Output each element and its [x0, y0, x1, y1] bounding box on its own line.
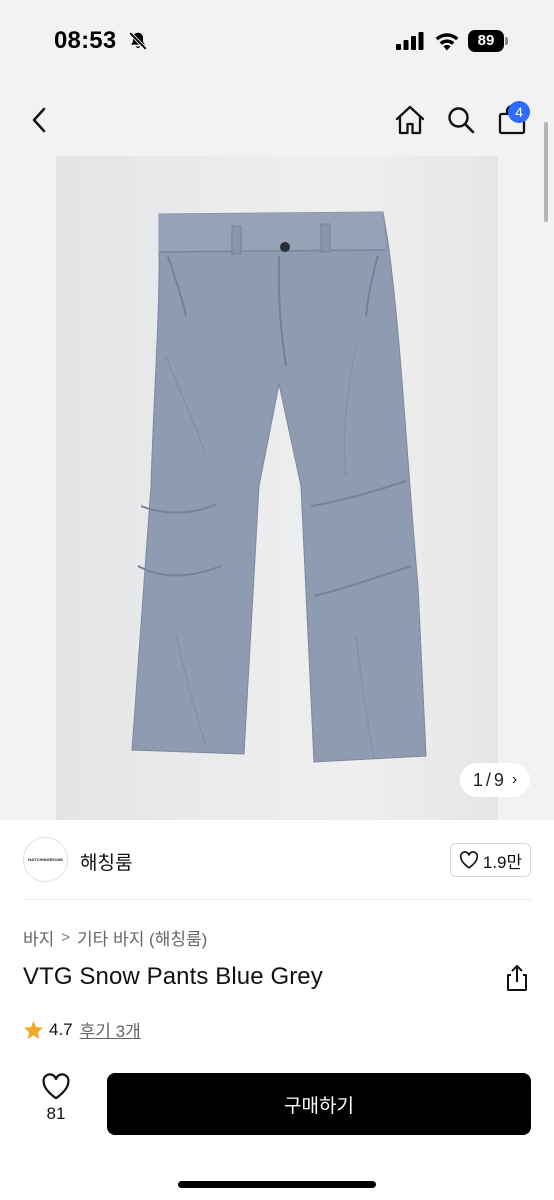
shop-follow-count: 1.9만	[482, 852, 523, 872]
scrollbar[interactable]	[544, 122, 548, 222]
shop-name[interactable]: 해칭룸	[80, 848, 132, 875]
star-icon	[23, 1020, 44, 1039]
shop-logo[interactable]: HATCHINGROOM	[23, 837, 68, 882]
image-counter-total: 9	[493, 769, 504, 790]
image-counter-separator: /	[485, 769, 491, 790]
chevron-left-icon	[32, 107, 46, 133]
battery-icon: 89	[468, 30, 508, 52]
status-bar: 08:53 89	[0, 0, 554, 84]
product-title: VTG Snow Pants Blue Grey	[23, 963, 323, 990]
home-icon	[395, 105, 425, 135]
chevron-right-icon: >	[61, 929, 71, 946]
battery-tip	[505, 37, 508, 45]
rating-score: 4.7	[49, 1019, 73, 1039]
like-count: 81	[46, 1104, 66, 1123]
image-counter-current: 1	[472, 769, 483, 790]
shop-logo-text: HATCHINGROOM	[28, 857, 63, 862]
buy-button[interactable]: 구매하기	[107, 1073, 531, 1135]
search-button[interactable]	[441, 100, 481, 140]
divider	[23, 899, 531, 900]
shop-follow-button[interactable]: 1.9만	[450, 843, 531, 877]
product-image[interactable]	[56, 156, 498, 820]
bell-slash-icon	[128, 31, 148, 51]
heart-outline-icon	[459, 851, 478, 869]
category-level-2[interactable]: 기타 바지 (해칭룸)	[77, 925, 207, 950]
chevron-right-icon: ›	[511, 771, 518, 788]
wifi-icon	[435, 33, 459, 51]
status-time: 08:53	[54, 27, 117, 54]
cart-count-badge: 4	[508, 101, 530, 123]
share-icon	[507, 965, 527, 991]
signal-icon	[396, 32, 424, 50]
home-indicator	[178, 1181, 376, 1188]
heart-outline-icon	[42, 1073, 70, 1100]
reviews-link[interactable]: 후기 3개	[80, 1017, 141, 1042]
search-icon	[448, 107, 475, 134]
back-button[interactable]	[20, 100, 60, 140]
like-button[interactable]: 81	[30, 1073, 82, 1133]
category-level-1[interactable]: 바지	[23, 925, 54, 950]
battery-level: 89	[468, 30, 504, 52]
image-counter[interactable]: 1 / 9 ›	[460, 763, 530, 797]
category-breadcrumb: 바지 > 기타 바지 (해칭룸)	[23, 925, 207, 950]
pants-illustration	[131, 211, 427, 763]
share-button[interactable]	[503, 963, 531, 993]
home-button[interactable]	[390, 100, 430, 140]
rating-row: 4.7 후기 3개	[23, 1017, 141, 1042]
